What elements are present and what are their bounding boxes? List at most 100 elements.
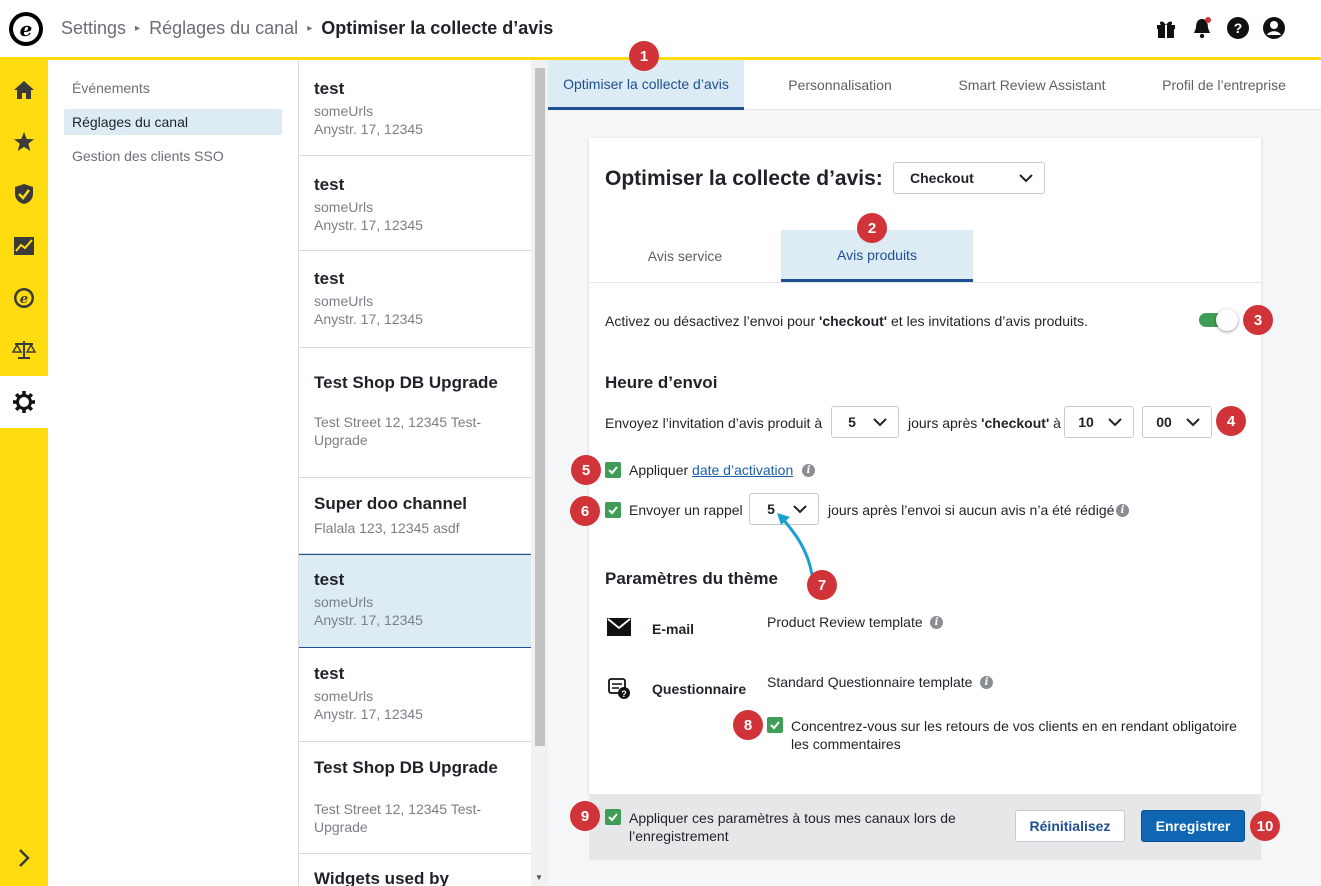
channel-item[interactable]: Test Shop DB Upgrade Test Street 12, 123… [299, 742, 532, 854]
chevron-down-icon [1186, 418, 1200, 427]
breadcrumb-settings[interactable]: Settings [61, 18, 126, 39]
info-icon[interactable]: i [802, 464, 815, 477]
settings-tabs: Optimiser la collecte d’avis Personnalis… [548, 60, 1321, 110]
activation-date-checkbox[interactable] [605, 462, 621, 478]
channel-title: test [314, 269, 345, 288]
channel-item[interactable]: test someUrls Anystr. 17, 12345 [299, 648, 532, 742]
envelope-icon [607, 618, 631, 636]
svg-text:?: ? [1234, 20, 1243, 36]
email-template-name[interactable]: Product Review template [767, 614, 923, 630]
channel-title: test [314, 175, 345, 194]
channel-item[interactable]: Test Shop DB Upgrade Test Street 12, 123… [299, 348, 532, 478]
svg-text:?: ? [621, 689, 627, 699]
channel-item[interactable]: Super doo channel Flalala 123, 12345 asd… [299, 478, 532, 554]
mandatory-comments-label: Concentrez-vous sur les retours de vos c… [791, 718, 1237, 752]
expand-chevron-icon[interactable] [0, 848, 48, 868]
questionnaire-template-name[interactable]: Standard Questionnaire template [767, 674, 972, 690]
reminder-label: Envoyer un rappel [629, 502, 743, 518]
channel-item-selected[interactable]: test someUrls Anystr. 17, 12345 [299, 554, 532, 648]
annotation-badge: 5 [571, 455, 601, 485]
channel-item[interactable]: test someUrls Anystr. 17, 12345 [299, 60, 532, 156]
user-account-icon[interactable] [1263, 17, 1285, 39]
breadcrumb-channel-settings[interactable]: Réglages du canal [149, 18, 298, 39]
toggle-text-bold: 'checkout' [819, 313, 888, 329]
subnav-item-channel-settings[interactable]: Réglages du canal [64, 109, 282, 135]
mode-select[interactable]: Checkout [893, 162, 1045, 194]
activation-date-link[interactable]: date d’activation [692, 462, 793, 478]
apply-all-channels-checkbox[interactable] [605, 809, 621, 825]
questionnaire-icon: ? [608, 678, 630, 699]
checkmark-icon [608, 506, 618, 515]
reset-button[interactable]: Réinitialisez [1015, 810, 1125, 842]
channel-url: someUrls [314, 688, 374, 704]
minute-select-value: 00 [1156, 414, 1172, 430]
channel-url: someUrls [314, 594, 374, 610]
annotation-badge: 7 [807, 570, 837, 600]
channel-address: Anystr. 17, 12345 [314, 311, 423, 327]
subnav-item-events[interactable]: Événements [64, 75, 282, 101]
gift-icon[interactable] [1155, 17, 1177, 39]
theme-heading: Paramètres du thème [605, 569, 778, 588]
scales-icon[interactable] [0, 324, 48, 376]
apply-all-channels-label: Appliquer ces paramètres à tous mes cana… [629, 810, 956, 844]
chevron-down-icon [1019, 174, 1033, 183]
hour-select[interactable]: 10 [1064, 406, 1134, 438]
checkmark-icon [608, 813, 618, 822]
mandatory-comments-checkbox[interactable] [767, 717, 783, 733]
channel-title: test [314, 79, 345, 98]
help-icon[interactable]: ? [1227, 17, 1249, 39]
toggle-knob [1216, 309, 1238, 331]
channel-title: Test Shop DB Upgrade [314, 373, 498, 392]
annotation-badge: 6 [570, 496, 600, 526]
days-select[interactable]: 5 [831, 406, 899, 438]
trusted-logo-icon[interactable]: e [0, 272, 48, 324]
chevron-down-icon [873, 418, 887, 427]
info-icon[interactable]: i [930, 616, 943, 629]
chevron-down-icon [1108, 418, 1122, 427]
save-button[interactable]: Enregistrer [1141, 810, 1245, 842]
minute-select[interactable]: 00 [1142, 406, 1212, 438]
channel-item[interactable]: test someUrls Anystr. 17, 12345 [299, 156, 532, 251]
channel-title: Widgets used by [314, 869, 449, 886]
shield-icon[interactable] [0, 168, 48, 220]
channel-address: Flalala 123, 12345 asdf [314, 520, 460, 536]
channel-list: test someUrls Anystr. 17, 12345 test som… [298, 60, 548, 886]
analytics-icon[interactable] [0, 220, 48, 272]
channel-item[interactable]: test someUrls Anystr. 17, 12345 [299, 251, 532, 348]
scroll-down-arrow-icon[interactable]: ▼ [535, 873, 543, 882]
subnav-item-sso-clients[interactable]: Gestion des clients SSO [64, 143, 282, 169]
subtab-service-reviews[interactable]: Avis service [589, 230, 781, 282]
channel-item[interactable]: Widgets used by [299, 854, 532, 886]
send-time-heading: Heure d’envoi [605, 373, 718, 392]
scrollbar-thumb[interactable] [535, 68, 545, 746]
toggle-description: Activez ou désactivez l’envoi pour 'chec… [605, 313, 1088, 329]
annotation-badge: 1 [629, 41, 659, 71]
info-icon[interactable]: i [980, 676, 993, 689]
product-review-toggle[interactable] [1199, 309, 1239, 331]
settings-gear-icon[interactable] [0, 376, 48, 428]
channel-address: Test Street 12, 12345 Test- [314, 801, 482, 817]
tab-personalization[interactable]: Personnalisation [744, 60, 936, 110]
channel-url: someUrls [314, 293, 374, 309]
channel-address-cont: Upgrade [314, 432, 368, 448]
info-icon[interactable]: i [1116, 504, 1129, 517]
left-rail: e [0, 60, 48, 886]
star-icon[interactable] [0, 116, 48, 168]
channel-url: someUrls [314, 103, 374, 119]
notification-bell-icon[interactable] [1191, 17, 1213, 39]
trusted-logo-icon[interactable]: e [9, 11, 43, 46]
svg-text:e: e [20, 292, 28, 307]
tab-smart-review-assistant[interactable]: Smart Review Assistant [936, 60, 1128, 110]
channel-address: Anystr. 17, 12345 [314, 612, 423, 628]
subtabs-divider [589, 282, 1261, 283]
reminder-suffix: jours après l’envoi si aucun avis n’a ét… [828, 502, 1115, 518]
tab-company-profile[interactable]: Profil de l’entreprise [1128, 60, 1320, 110]
settings-subnav: Événements Réglages du canal Gestion des… [48, 60, 298, 886]
send-time-middle: jours après 'checkout' à [908, 415, 1061, 431]
top-bar: e Settings ▸ Réglages du canal ▸ Optimis… [0, 0, 1321, 60]
reminder-checkbox[interactable] [605, 502, 621, 518]
home-icon[interactable] [0, 64, 48, 116]
annotation-badge: 3 [1243, 305, 1273, 335]
checkmark-icon [770, 721, 780, 730]
annotation-badge: 10 [1250, 811, 1280, 841]
